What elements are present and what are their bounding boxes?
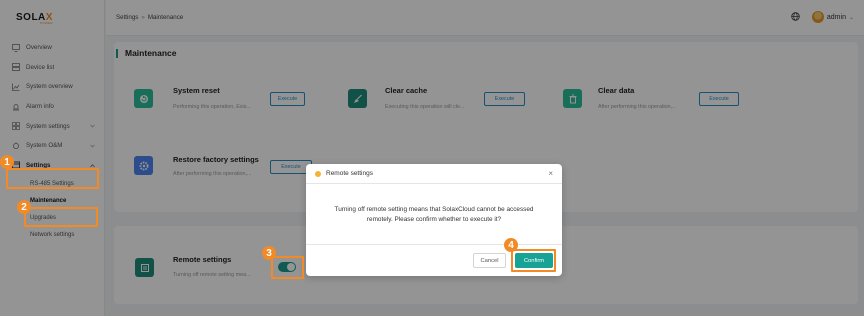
dialog-footer-divider xyxy=(306,244,562,245)
close-icon[interactable]: × xyxy=(548,169,553,178)
highlight-confirm xyxy=(511,249,556,272)
step-badge-4: 4 xyxy=(504,238,518,252)
dialog-message-line: Turning off remote setting means that So… xyxy=(334,206,534,213)
dialog-message: Turning off remote setting means that So… xyxy=(316,205,552,225)
highlight-settings xyxy=(6,168,99,189)
cancel-button[interactable]: Cancel xyxy=(473,253,506,268)
highlight-toggle xyxy=(271,256,304,279)
step-badge-3: 3 xyxy=(262,246,276,260)
step-badge-1: 1 xyxy=(0,155,14,169)
dialog-header: Remote settings × xyxy=(306,164,562,184)
step-badge-2: 2 xyxy=(17,200,31,214)
warning-dot-icon xyxy=(315,170,321,177)
dialog-title: Remote settings xyxy=(326,170,373,177)
dialog-message-line: remotely. Please confirm whether to exec… xyxy=(366,216,502,223)
highlight-maintenance xyxy=(24,207,98,227)
